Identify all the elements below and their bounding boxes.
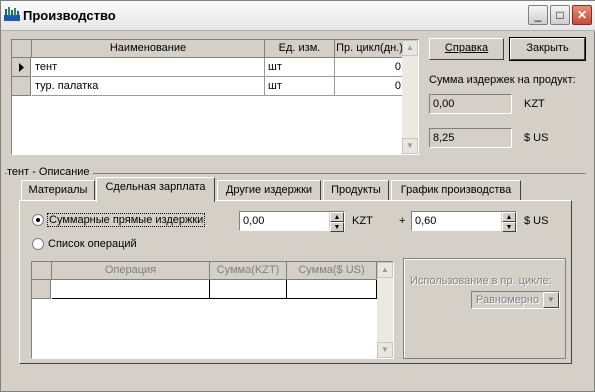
- table-cell-cycle[interactable]: 0: [335, 58, 405, 77]
- scroll-down-icon[interactable]: ▼: [402, 138, 418, 154]
- help-button[interactable]: Справка: [429, 38, 504, 60]
- operations-grid[interactable]: Операция Сумма(KZT) Сумма($ US) ▲ ▼: [31, 261, 394, 359]
- table-cell-cycle[interactable]: 0: [335, 77, 405, 96]
- close-button-label: Закрыть: [526, 42, 569, 54]
- table-cell-unit[interactable]: шт: [265, 77, 335, 96]
- total-usd-unit: $ US: [524, 215, 549, 227]
- grid-corner: [12, 40, 32, 58]
- operations-label[interactable]: Список операций: [48, 238, 137, 250]
- spin-up-icon[interactable]: ▲: [502, 212, 516, 222]
- title-bar[interactable]: Производство _ □ ✕: [1, 1, 595, 31]
- cost-usd-field: 8,25: [429, 128, 512, 148]
- operations-scrollbar[interactable]: ▲ ▼: [377, 262, 393, 358]
- total-costs-label[interactable]: Суммарные прямые издержки: [46, 213, 206, 227]
- spin-down-icon[interactable]: ▼: [330, 222, 344, 232]
- total-kzt-spinner[interactable]: ▲ ▼: [329, 212, 344, 232]
- spin-up-icon[interactable]: ▲: [330, 212, 344, 222]
- help-button-label: Справка: [444, 42, 489, 54]
- col-header-operation[interactable]: Операция: [52, 262, 210, 280]
- tab-materials-label: Материалы: [28, 184, 88, 196]
- minimize-icon: _: [534, 8, 542, 22]
- col-header-sum-kzt[interactable]: Сумма(KZT): [210, 262, 287, 280]
- tab-other-costs[interactable]: Другие издержки: [217, 180, 321, 201]
- tab-other-costs-label: Другие издержки: [225, 184, 313, 196]
- table-cell-name[interactable]: тур. палатка: [32, 77, 265, 96]
- col-header-sum-usd[interactable]: Сумма($ US): [287, 262, 377, 280]
- total-usd-input[interactable]: 0,60 ▲ ▼: [411, 211, 517, 232]
- tab-products[interactable]: Продукты: [323, 180, 389, 201]
- ops-row-header[interactable]: [32, 280, 51, 299]
- table-cell-sum-usd[interactable]: [287, 280, 377, 299]
- usage-select[interactable]: Равномерно ▼: [471, 291, 560, 309]
- col-header-cycle[interactable]: Пр. цикл(дн.): [335, 40, 405, 58]
- col-header-name[interactable]: Наименование: [32, 40, 265, 58]
- current-row-icon: [19, 63, 24, 72]
- table-cell-sum-kzt[interactable]: [210, 280, 287, 299]
- scroll-down-icon[interactable]: ▼: [377, 342, 393, 358]
- scroll-up-icon[interactable]: ▲: [377, 262, 393, 278]
- table-cell-unit[interactable]: шт: [265, 58, 335, 77]
- ops-grid-corner: [32, 262, 52, 280]
- cost-kzt-unit: KZT: [524, 98, 545, 110]
- tab-schedule[interactable]: График производства: [391, 180, 521, 201]
- cost-label: Сумма издержек на продукт:: [429, 74, 576, 86]
- close-icon: ✕: [576, 8, 588, 22]
- spin-down-icon[interactable]: ▼: [502, 222, 516, 232]
- section-label: тент - Описание: [7, 166, 93, 178]
- total-kzt-value: 0,00: [243, 215, 265, 227]
- products-scrollbar[interactable]: ▲ ▼: [402, 40, 418, 154]
- tab-schedule-label: График производства: [400, 184, 512, 196]
- total-costs-radio[interactable]: [32, 214, 44, 226]
- close-window-button[interactable]: ✕: [572, 5, 592, 25]
- window-title: Производство: [23, 8, 116, 23]
- total-usd-value: 0,60: [415, 215, 437, 227]
- app-icon: [4, 7, 20, 21]
- tab-piecework[interactable]: Сдельная зарплата: [96, 177, 215, 202]
- products-grid[interactable]: Наименование Ед. изм. Пр. цикл(дн.) тент…: [11, 39, 419, 155]
- total-kzt-input[interactable]: 0,00 ▲ ▼: [239, 211, 345, 232]
- production-window: Производство _ □ ✕ Наименование Ед. изм.…: [0, 0, 595, 392]
- close-button[interactable]: Закрыть: [509, 37, 586, 61]
- cost-kzt-field: 0,00: [429, 94, 512, 114]
- total-usd-spinner[interactable]: ▲ ▼: [501, 212, 516, 232]
- chevron-down-icon[interactable]: ▼: [543, 292, 559, 308]
- radio-checked-dot: [36, 218, 40, 222]
- tab-piecework-label: Сдельная зарплата: [105, 181, 206, 193]
- row-header-1[interactable]: [12, 58, 31, 77]
- tab-materials[interactable]: Материалы: [21, 180, 95, 201]
- table-cell-name[interactable]: тент: [32, 58, 265, 77]
- usage-select-value: Равномерно: [476, 294, 540, 306]
- total-kzt-unit: KZT: [352, 215, 373, 227]
- col-header-unit[interactable]: Ед. изм.: [265, 40, 335, 58]
- table-cell-operation[interactable]: [52, 280, 210, 299]
- minimize-button[interactable]: _: [528, 5, 548, 25]
- operations-radio[interactable]: [32, 238, 44, 250]
- row-header-2[interactable]: [12, 77, 31, 96]
- usage-label: Использование в пр. цикле:: [410, 275, 552, 287]
- maximize-button[interactable]: □: [550, 5, 570, 25]
- scroll-up-icon[interactable]: ▲: [402, 40, 418, 56]
- maximize-icon: □: [556, 8, 564, 22]
- cost-usd-unit: $ US: [524, 132, 549, 144]
- tab-products-label: Продукты: [331, 184, 381, 196]
- plus-sign: +: [399, 215, 406, 227]
